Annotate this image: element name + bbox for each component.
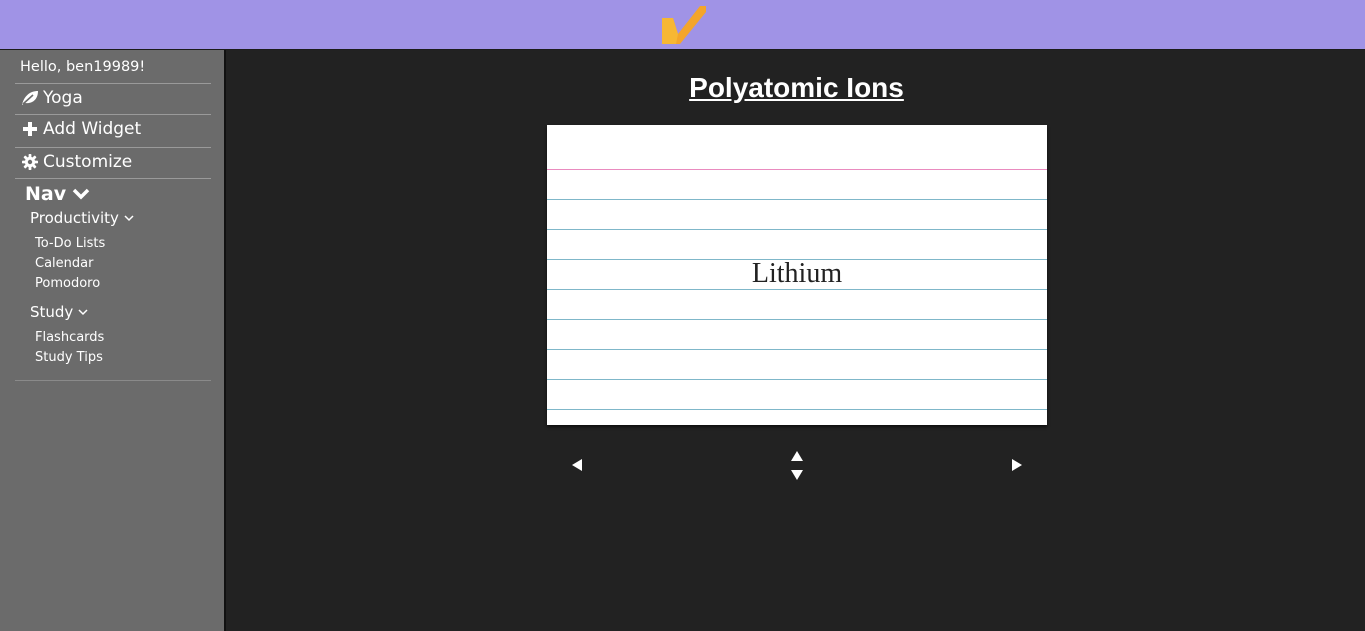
checkmark-logo-icon[interactable]	[660, 4, 706, 46]
sidebar-item-yoga[interactable]: Yoga	[20, 88, 83, 108]
divider	[15, 83, 211, 84]
divider	[15, 114, 211, 115]
triangle-up-down-icon	[791, 451, 803, 480]
triangle-left-icon[interactable]	[570, 458, 584, 472]
plus-icon	[20, 120, 39, 139]
gear-icon	[20, 153, 39, 172]
flip-card-button[interactable]	[790, 450, 804, 482]
nav-group-label: Productivity	[30, 209, 119, 227]
nav-link-calendar[interactable]: Calendar	[35, 256, 93, 271]
main-content: Polyatomic Ions Lithium	[228, 50, 1365, 631]
card-rule-line	[547, 199, 1047, 200]
card-margin-line	[547, 169, 1047, 170]
chevron-down-icon	[78, 309, 88, 316]
add-widget-button[interactable]: Add Widget	[20, 119, 141, 139]
nav-toggle[interactable]: Nav	[25, 183, 90, 205]
nav-link-pomodoro[interactable]: Pomodoro	[35, 276, 100, 291]
flashcard[interactable]: Lithium	[547, 125, 1047, 425]
nav-link-flashcards[interactable]: Flashcards	[35, 330, 104, 345]
user-greeting: Hello, ben19989!	[20, 59, 146, 75]
chevron-down-icon	[124, 215, 134, 222]
nav-group-productivity[interactable]: Productivity	[30, 209, 135, 227]
nav-group-label: Study	[30, 303, 74, 321]
triangle-right-icon[interactable]	[1010, 458, 1024, 472]
divider	[15, 147, 211, 148]
sidebar: Hello, ben19989! Yoga Add Widget Customi…	[0, 50, 226, 631]
leaf-icon	[20, 89, 39, 108]
card-text: Lithium	[751, 258, 843, 289]
card-rule-line	[547, 229, 1047, 230]
sidebar-item-label: Yoga	[43, 88, 83, 108]
card-rule-line	[547, 409, 1047, 410]
page-title: Polyatomic Ions	[689, 72, 904, 103]
nav-link-to-do-lists[interactable]: To-Do Lists	[35, 236, 105, 251]
divider	[15, 178, 211, 179]
nav-title: Nav	[25, 183, 67, 205]
card-rule-line	[547, 349, 1047, 350]
nav-group-study[interactable]: Study	[30, 303, 89, 321]
card-rule-line	[547, 379, 1047, 380]
top-bar	[0, 0, 1365, 50]
nav-link-study-tips[interactable]: Study Tips	[35, 350, 103, 365]
sidebar-item-label: Customize	[43, 152, 133, 172]
chevron-down-icon	[72, 188, 90, 200]
customize-button[interactable]: Customize	[20, 152, 132, 172]
divider	[15, 380, 211, 381]
card-rule-line	[547, 319, 1047, 320]
sidebar-item-label: Add Widget	[43, 119, 142, 139]
